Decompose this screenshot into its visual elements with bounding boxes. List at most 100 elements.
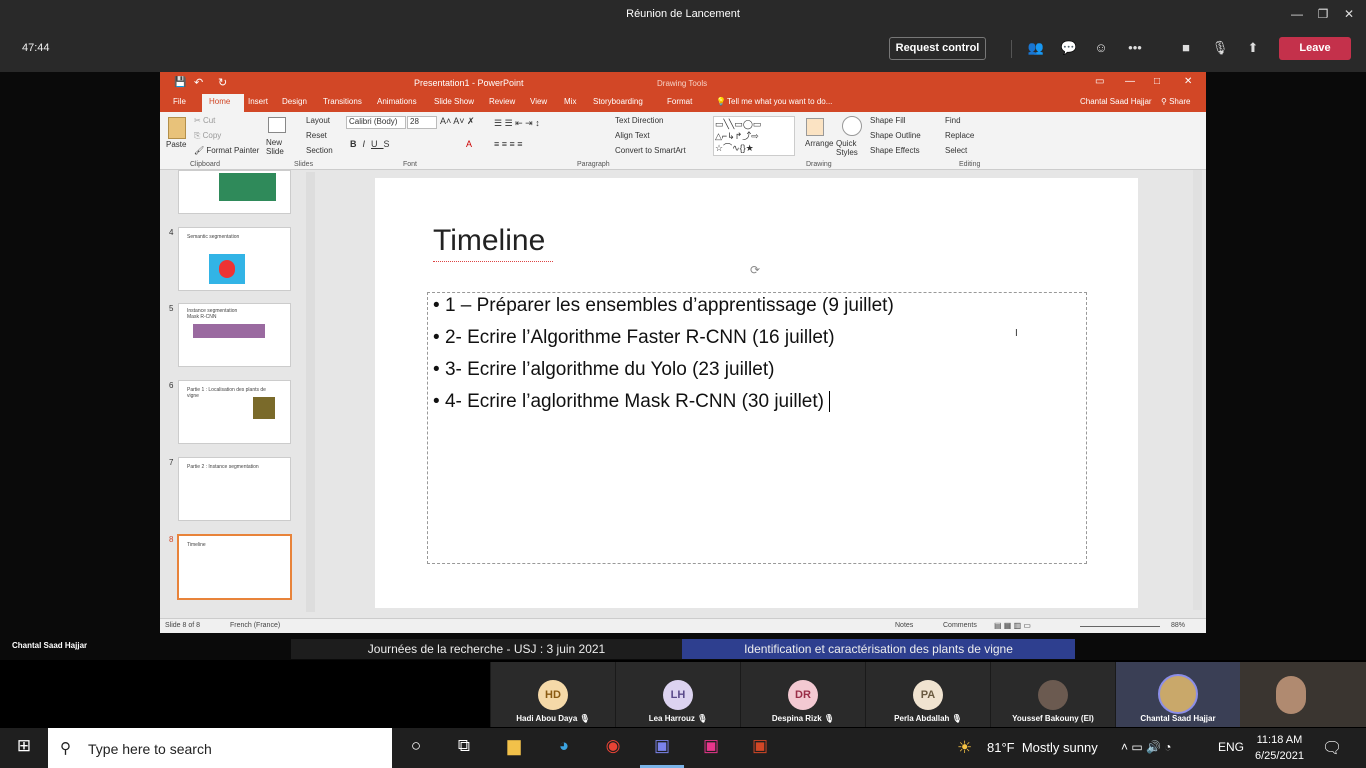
cut-button[interactable]: ✂ Cut xyxy=(194,116,215,125)
close-icon[interactable]: ✕ xyxy=(1334,0,1364,28)
view-buttons-icon[interactable]: ▤ ▦ ▥ ▭ xyxy=(994,621,1031,630)
copy-button[interactable]: ⎘ Copy xyxy=(194,131,221,141)
powerpoint-icon[interactable]: ▣ xyxy=(747,736,773,760)
mic-muted-icon[interactable]: 🎙 xyxy=(1209,40,1231,58)
bullets-icon[interactable]: ☰ ☰ ⇤ ⇥ ↕ xyxy=(494,118,540,129)
ribbon-display-icon[interactable]: ▭ xyxy=(1095,76,1104,87)
tab-design[interactable]: Design xyxy=(282,97,307,106)
windows-start-icon[interactable]: ⊞ xyxy=(11,736,37,760)
find-button[interactable]: Find xyxy=(945,116,961,125)
file-explorer-icon[interactable]: ▆ xyxy=(501,736,527,760)
thumbnail-scrollbar[interactable] xyxy=(306,172,315,612)
tab-storyboarding[interactable]: Storyboarding xyxy=(593,97,643,106)
participant-tile[interactable]: Youssef Bakouny (EI) xyxy=(991,662,1115,727)
font-size-controls-icon[interactable]: A˄ A˅ ✗ xyxy=(440,116,475,127)
quick-styles-button[interactable]: Quick Styles xyxy=(836,139,864,157)
rotate-handle-icon[interactable]: ⟳ xyxy=(750,263,760,277)
task-view-icon[interactable]: ⧉ xyxy=(451,736,477,760)
font-name-select[interactable]: Calibri (Body) xyxy=(346,116,406,129)
tab-file[interactable]: File xyxy=(173,97,186,106)
convert-smartart-button[interactable]: Convert to SmartArt xyxy=(615,146,686,155)
arrange-button[interactable]: Arrange xyxy=(805,139,833,148)
thumbnail-slide-6[interactable]: Partie 1 : Localisation des plants de vi… xyxy=(178,380,291,444)
font-size-select[interactable]: 28 xyxy=(407,116,437,129)
zoom-level[interactable]: 88% xyxy=(1171,622,1185,629)
tab-slide-show[interactable]: Slide Show xyxy=(434,97,474,106)
request-control-button[interactable]: Request control xyxy=(889,37,986,60)
bullet-item-1[interactable]: • 1 – Préparer les ensembles d’apprentis… xyxy=(433,295,894,317)
participant-tile[interactable]: LH Lea Harrouz 🎙 xyxy=(616,662,740,727)
quick-styles-icon[interactable] xyxy=(842,116,862,136)
shape-fill-button[interactable]: Shape Fill xyxy=(870,116,906,125)
leave-button[interactable]: Leave xyxy=(1279,37,1351,60)
thumbnail-slide-5[interactable]: Instance segmentation Mask R-CNN xyxy=(178,303,291,367)
notes-button[interactable]: Notes xyxy=(895,622,913,629)
tab-home[interactable]: Home xyxy=(209,97,230,106)
align-icons[interactable]: ≡ ≡ ≡ ≡ xyxy=(494,139,523,149)
chat-icon[interactable]: 💬 xyxy=(1058,40,1080,58)
tab-transitions[interactable]: Transitions xyxy=(323,97,362,106)
paste-icon[interactable] xyxy=(168,117,186,139)
teams-icon[interactable]: ▣ xyxy=(649,736,675,760)
language-status[interactable]: French (France) xyxy=(230,622,280,629)
edit-scrollbar[interactable] xyxy=(1193,170,1202,610)
reset-button[interactable]: Reset xyxy=(306,131,327,140)
bullet-item-4[interactable]: • 4- Ecrire l’aglorithme Mask R-CNN (30 … xyxy=(433,391,836,413)
participants-icon[interactable]: 👥 xyxy=(1025,40,1047,58)
share-button[interactable]: ⚲ Share xyxy=(1161,97,1190,106)
participant-tile-presenter[interactable]: Chantal Saad Hajjar xyxy=(1116,662,1240,727)
undo-icon[interactable]: ↶ xyxy=(194,76,203,89)
tab-view[interactable]: View xyxy=(530,97,547,106)
tab-review[interactable]: Review xyxy=(489,97,515,106)
wamp-icon[interactable]: ▣ xyxy=(698,736,724,760)
self-video-preview[interactable] xyxy=(1240,662,1366,727)
slide-title[interactable]: Timeline xyxy=(433,224,545,258)
shape-effects-button[interactable]: Shape Effects xyxy=(870,146,920,155)
reactions-icon[interactable]: ☺ xyxy=(1090,40,1112,58)
input-language[interactable]: ENG xyxy=(1218,740,1244,754)
weather-widget[interactable]: 81°F Mostly sunny xyxy=(987,740,1098,755)
thumbnail-slide-7[interactable]: Partie 2 : Instance segmentation xyxy=(178,457,291,521)
text-direction-button[interactable]: Text Direction xyxy=(615,116,663,125)
redo-icon[interactable]: ↻ xyxy=(218,76,227,89)
ppt-minimize-icon[interactable]: — xyxy=(1125,76,1135,87)
tab-insert[interactable]: Insert xyxy=(248,97,268,106)
format-painter-button[interactable]: 🖌 Format Painter xyxy=(194,146,259,155)
participant-tile[interactable]: HD Hadi Abou Daya 🎙 xyxy=(491,662,615,727)
tray-icons[interactable]: ˄ ▭ 🔊 ◔ xyxy=(1121,740,1172,754)
tab-format[interactable]: Format xyxy=(667,97,692,106)
new-slide-icon[interactable] xyxy=(268,117,286,133)
font-format-icons[interactable]: BIUS xyxy=(350,139,396,149)
zoom-slider[interactable] xyxy=(1080,621,1160,631)
arrange-icon[interactable] xyxy=(806,118,824,136)
font-color-icon[interactable]: A xyxy=(466,139,472,149)
thumbnail-slide-3[interactable] xyxy=(178,170,291,214)
thumbnail-slide-4[interactable]: Semantic segmentation xyxy=(178,227,291,291)
share-screen-icon[interactable]: ⬆ xyxy=(1242,40,1264,58)
more-options-icon[interactable]: ••• xyxy=(1124,40,1146,58)
bullet-item-3[interactable]: • 3- Ecrire l’algorithme du Yolo (23 jui… xyxy=(433,359,774,381)
taskbar-search-box[interactable]: ⚲ Type here to search xyxy=(48,728,392,768)
paste-button[interactable]: Paste xyxy=(166,140,186,149)
layout-button[interactable]: Layout xyxy=(306,116,330,125)
save-icon[interactable]: 💾 xyxy=(174,77,186,88)
section-button[interactable]: Section xyxy=(306,146,333,155)
comments-button[interactable]: Comments xyxy=(943,622,977,629)
shape-outline-button[interactable]: Shape Outline xyxy=(870,131,921,140)
tab-mix[interactable]: Mix xyxy=(564,97,576,106)
ppt-maximize-icon[interactable]: □ xyxy=(1154,76,1160,87)
thumbnail-slide-8-selected[interactable]: Timeline xyxy=(177,534,292,600)
replace-button[interactable]: Replace xyxy=(945,131,974,140)
tell-me-input[interactable]: Tell me what you want to do... xyxy=(727,97,832,106)
notifications-icon[interactable]: 🗨 xyxy=(1322,738,1342,758)
bullet-item-2[interactable]: • 2- Ecrire l’Algorithme Faster R-CNN (1… xyxy=(433,327,835,349)
slide-canvas[interactable]: Timeline ⟳ • 1 – Préparer les ensembles … xyxy=(375,178,1138,608)
ppt-close-icon[interactable]: ✕ xyxy=(1184,76,1192,87)
new-slide-button[interactable]: New Slide xyxy=(266,138,292,156)
tab-animations[interactable]: Animations xyxy=(377,97,417,106)
shapes-gallery[interactable]: ▭╲╲▭◯▭ △⌐↳↱⤴⇨ ☆⌒∿{}★ xyxy=(713,116,795,156)
tray-clock[interactable]: 11:18 AM 6/25/2021 xyxy=(1255,732,1304,764)
participant-tile[interactable]: PA Perla Abdallah 🎙 xyxy=(866,662,990,727)
chrome-icon[interactable]: ◉ xyxy=(600,736,626,760)
camera-icon[interactable]: ■ xyxy=(1175,40,1197,58)
